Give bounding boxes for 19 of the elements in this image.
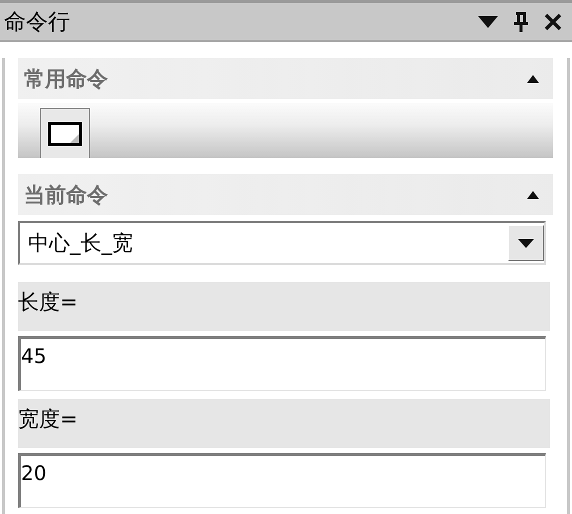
- input-field[interactable]: 20: [18, 453, 546, 508]
- section-header[interactable]: 当前命令: [18, 174, 553, 215]
- field-label: 宽度=: [18, 399, 550, 448]
- rectangle-tool-button[interactable]: [40, 108, 90, 158]
- field-label: 长度=: [18, 282, 550, 331]
- collapse-arrow-icon[interactable]: [527, 74, 539, 82]
- window-title: 命令行: [4, 8, 71, 36]
- dropdown-button[interactable]: [508, 225, 544, 261]
- command-dropdown[interactable]: 中心_长_宽: [18, 221, 546, 265]
- caret-icon: [518, 238, 534, 248]
- section-title: 常用命令: [24, 66, 108, 92]
- pin-icon[interactable]: [514, 12, 528, 32]
- close-icon[interactable]: [544, 12, 562, 30]
- rectangle-icon: [48, 122, 82, 146]
- input-field[interactable]: 45: [18, 336, 546, 391]
- section-header[interactable]: 常用命令: [18, 58, 553, 99]
- section-title: 当前命令: [24, 182, 108, 208]
- menu-caret-icon[interactable]: [478, 16, 498, 28]
- collapse-arrow-icon[interactable]: [527, 190, 539, 198]
